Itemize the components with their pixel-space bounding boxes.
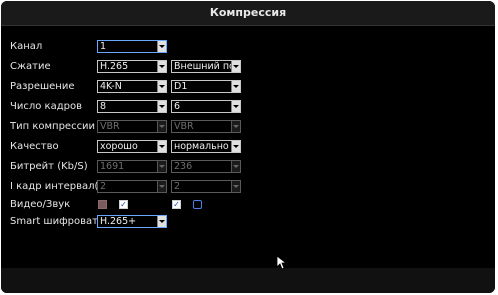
main-frame-rate-select[interactable]: 8 bbox=[97, 100, 167, 113]
chevron-down-icon bbox=[231, 121, 240, 132]
sub-bitrate-value: 236 bbox=[174, 161, 193, 172]
bitrate-label: Битрейт (Kb/S) bbox=[10, 161, 88, 172]
title-bar: Компрессия bbox=[1, 1, 495, 26]
video-audio-label: Видео/Звук bbox=[10, 199, 71, 210]
main-quality-select[interactable]: хорошо bbox=[97, 140, 167, 153]
sub-quality-value: нормально bbox=[174, 141, 229, 152]
main-resolution-select[interactable]: 4K-N bbox=[97, 80, 167, 93]
sub-frame-rate-value: 6 bbox=[174, 101, 181, 112]
frame-rate-label: Число кадров bbox=[10, 101, 82, 112]
main-compression-value: H.265 bbox=[100, 61, 129, 72]
channel-label: Канал bbox=[10, 41, 43, 52]
sub-resolution-select[interactable]: D1 bbox=[171, 80, 241, 93]
smart-codec-label: Smart шифровать bbox=[10, 216, 104, 227]
chevron-down-icon bbox=[157, 41, 166, 52]
sub-compression-type-value: VBR bbox=[174, 121, 194, 132]
main-compression-type-value: VBR bbox=[100, 121, 120, 132]
chevron-down-icon bbox=[231, 61, 240, 72]
sub-i-frame-interval-value: 2 bbox=[174, 181, 181, 192]
main-compression-select[interactable]: H.265 bbox=[97, 60, 167, 73]
chevron-down-icon bbox=[231, 81, 240, 92]
sub-video-checkbox[interactable]: ✓ bbox=[172, 200, 181, 209]
compression-window: Компрессия Канал 1 Сжатие H.265 Внешний … bbox=[1, 1, 495, 293]
main-video-checkbox bbox=[98, 200, 107, 209]
main-resolution-value: 4K-N bbox=[100, 81, 122, 92]
chevron-down-icon bbox=[157, 121, 166, 132]
main-compression-type-select: VBR bbox=[97, 120, 167, 133]
main-i-frame-interval-value: 2 bbox=[100, 181, 107, 192]
window-title: Компрессия bbox=[209, 6, 287, 19]
chevron-down-icon bbox=[231, 181, 240, 192]
sub-stream-select[interactable]: Внешний пот bbox=[171, 60, 241, 73]
chevron-down-icon bbox=[157, 181, 166, 192]
channel-select[interactable]: 1 bbox=[97, 40, 167, 53]
sub-audio-checkbox[interactable] bbox=[193, 200, 202, 209]
quality-label: Качество bbox=[10, 141, 59, 152]
sub-i-frame-interval-select: 2 bbox=[171, 180, 241, 193]
sub-resolution-value: D1 bbox=[174, 81, 188, 92]
sub-bitrate-select: 236 bbox=[171, 160, 241, 173]
sub-quality-select[interactable]: нормально bbox=[171, 140, 241, 153]
sub-compression-type-select: VBR bbox=[171, 120, 241, 133]
chevron-down-icon bbox=[157, 61, 166, 72]
compression-label: Сжатие bbox=[10, 61, 51, 72]
chevron-down-icon bbox=[157, 216, 166, 227]
resolution-label: Разрешение bbox=[10, 81, 75, 92]
main-audio-checkbox[interactable]: ✓ bbox=[119, 200, 128, 209]
chevron-down-icon bbox=[231, 101, 240, 112]
main-bitrate-value: 1691 bbox=[100, 161, 125, 172]
chevron-down-icon bbox=[231, 141, 240, 152]
chevron-down-icon bbox=[157, 141, 166, 152]
compression-type-label: Тип компрессии bbox=[10, 121, 96, 132]
settings-panel bbox=[1, 26, 495, 268]
main-quality-value: хорошо bbox=[100, 141, 138, 152]
chevron-down-icon bbox=[157, 161, 166, 172]
channel-value: 1 bbox=[100, 41, 107, 52]
sub-frame-rate-select[interactable]: 6 bbox=[171, 100, 241, 113]
smart-codec-value: H.265+ bbox=[100, 216, 137, 227]
mouse-pointer-icon bbox=[277, 256, 286, 270]
footer-bar bbox=[1, 268, 495, 293]
i-frame-interval-label: I кадр интервал(S) bbox=[10, 181, 109, 192]
main-i-frame-interval-select: 2 bbox=[97, 180, 167, 193]
main-frame-rate-value: 8 bbox=[100, 101, 107, 112]
chevron-down-icon bbox=[157, 101, 166, 112]
smart-codec-select[interactable]: H.265+ bbox=[97, 215, 167, 228]
chevron-down-icon bbox=[157, 81, 166, 92]
main-bitrate-select: 1691 bbox=[97, 160, 167, 173]
chevron-down-icon bbox=[231, 161, 240, 172]
